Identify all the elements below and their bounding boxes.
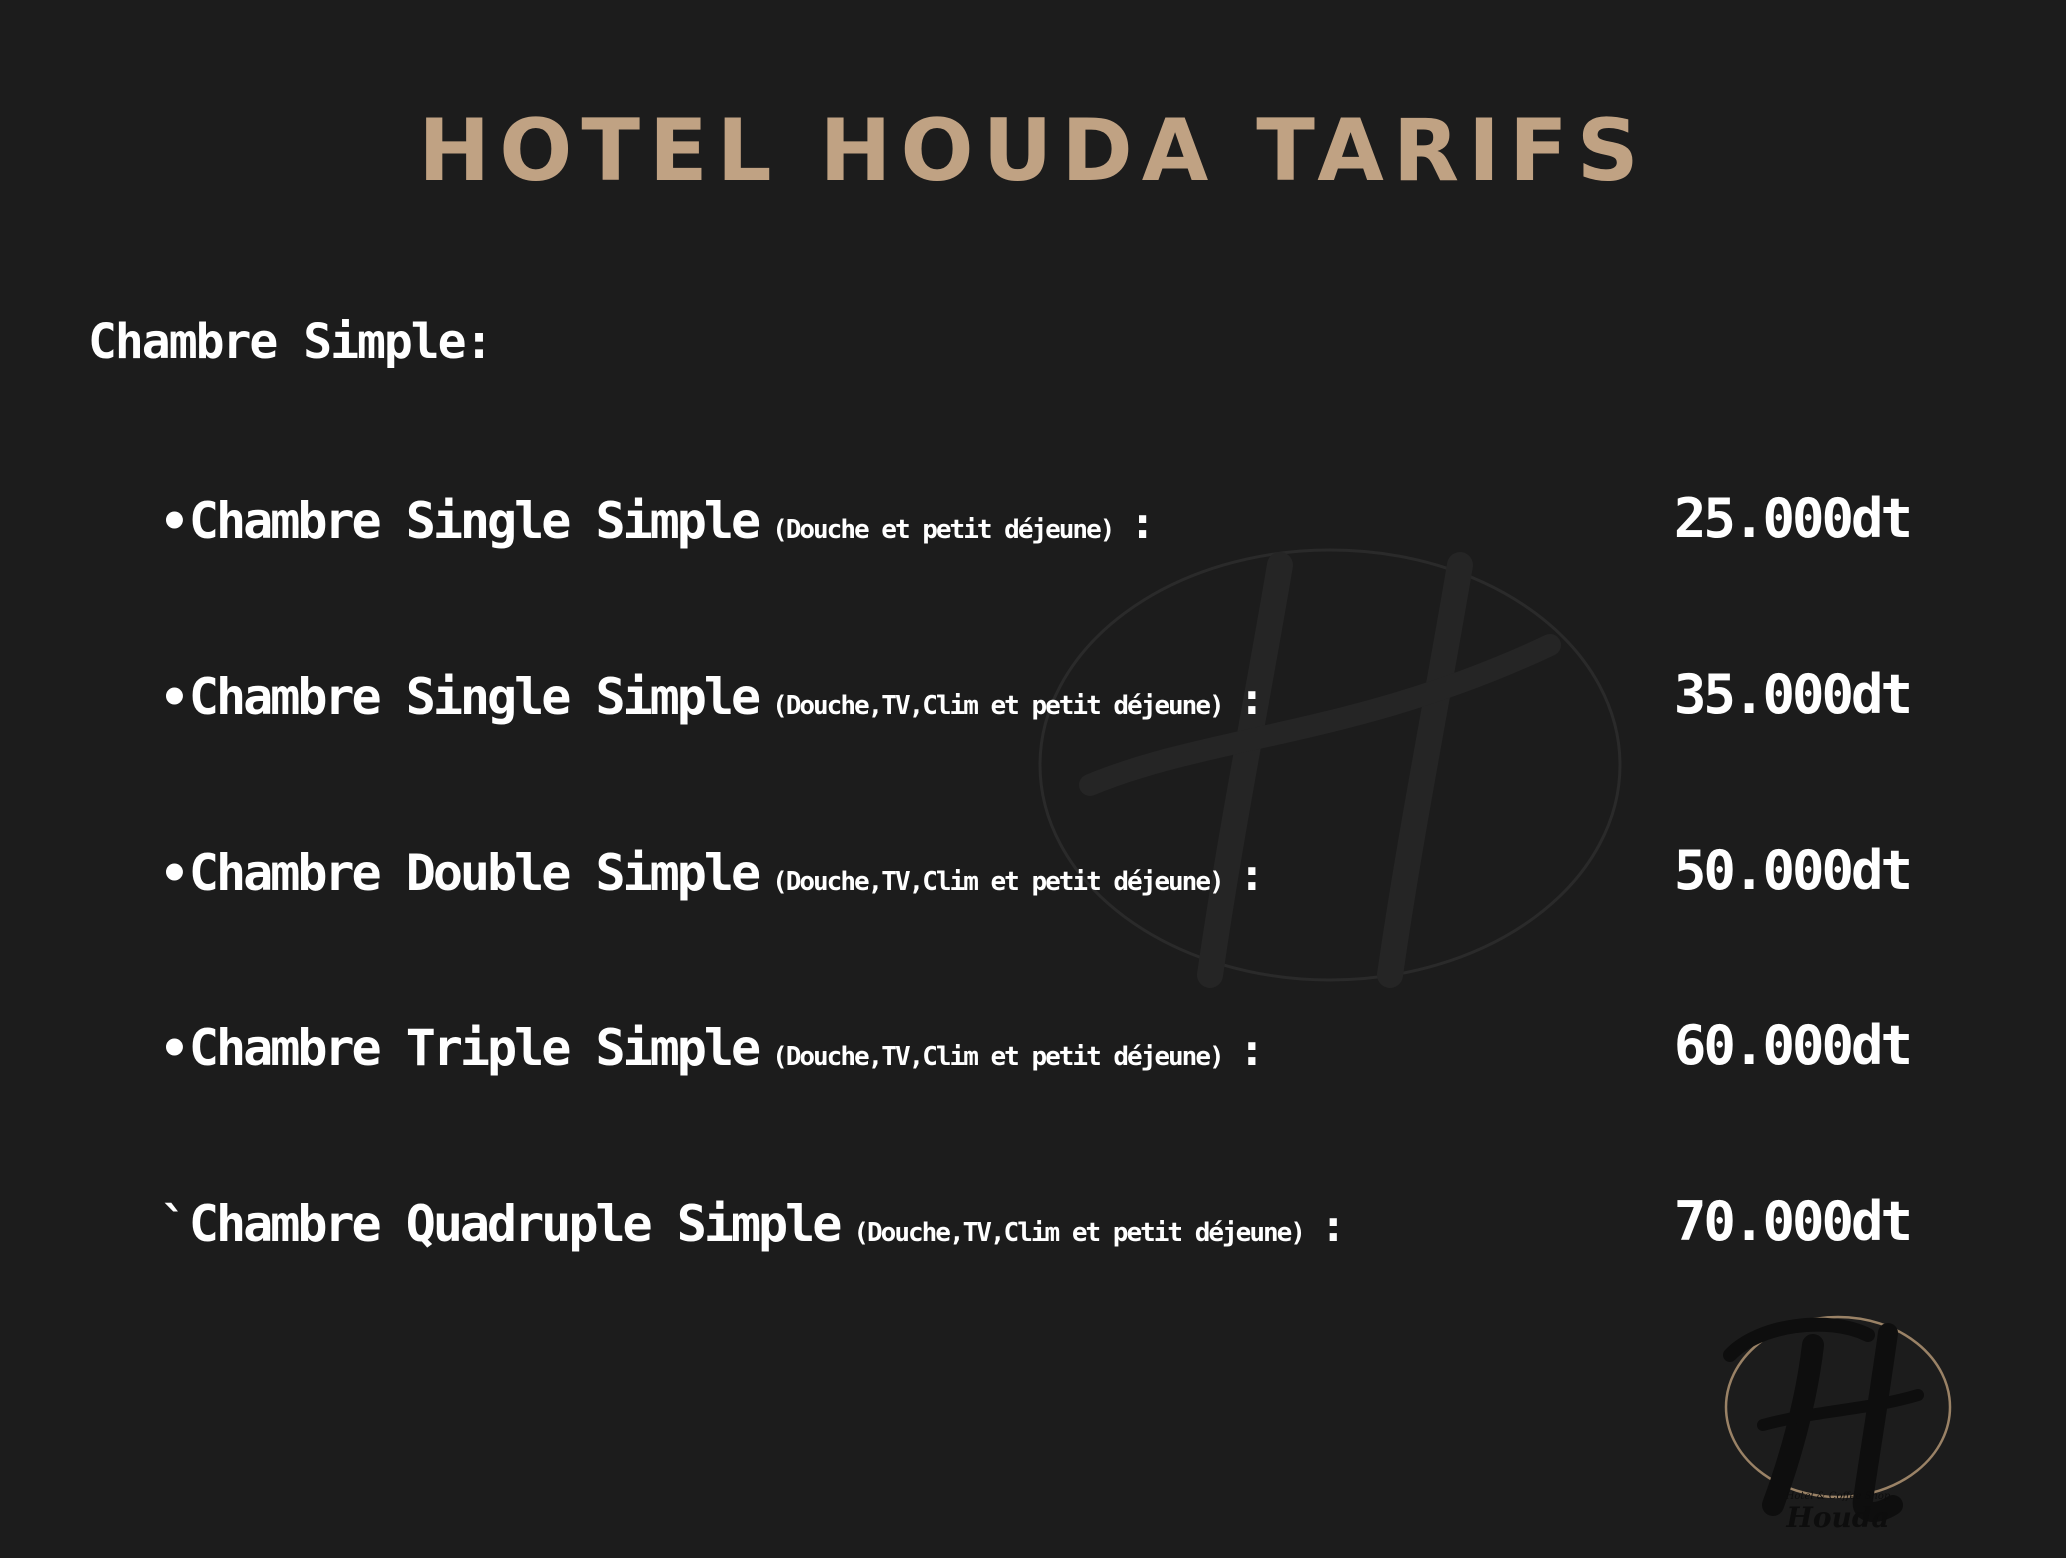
bullet-marker: •	[160, 1021, 189, 1077]
price-row: `Chambre Quadruple Simple (Douche,TV,Clim…	[160, 1187, 1913, 1257]
room-amenities: (Douche,TV,Clim et petit déjeune)	[772, 867, 1225, 897]
room-amenities: (Douche,TV,Clim et petit déjeune)	[772, 1042, 1225, 1072]
room-name: Chambre Single Simple	[188, 492, 761, 550]
bullet-marker: •	[160, 494, 189, 550]
room-name: Chambre Quadruple Simple	[188, 1195, 842, 1253]
room-name: Chambre Double Simple	[188, 844, 761, 902]
hotel-monogram-watermark-icon	[1038, 548, 1622, 988]
logo-name: Houda	[1786, 1501, 1890, 1534]
logo-caption: Hotel & Coffee Shop Houda	[1718, 1492, 1958, 1532]
separator-colon: :	[1129, 498, 1156, 549]
room-amenities: (Douche,TV,Clim et petit déjeune)	[772, 691, 1225, 721]
room-price: 70.000dt	[1673, 1190, 1913, 1253]
room-description: •Chambre Triple Simple (Douche,TV,Clim et…	[160, 1023, 1265, 1073]
bullet-marker: `	[160, 1197, 189, 1253]
section-heading: Chambre Simple:	[88, 314, 493, 370]
separator-colon: :	[1319, 1201, 1347, 1252]
price-row: •Chambre Triple Simple (Douche,TV,Clim et…	[160, 1011, 1913, 1081]
room-name: Chambre Triple Simple	[188, 1019, 761, 1077]
price-row: •Chambre Single Simple (Douche,TV,Clim et…	[160, 660, 1913, 730]
room-amenities: (Douche et petit déjeune)	[772, 515, 1115, 545]
room-name: Chambre Single Simple	[188, 668, 761, 726]
room-description: •Chambre Single Simple (Douche et petit d…	[160, 496, 1156, 546]
separator-colon: :	[1238, 850, 1266, 901]
room-price: 60.000dt	[1673, 1014, 1913, 1077]
bullet-marker: •	[160, 846, 189, 902]
price-row: •Chambre Double Simple (Douche,TV,Clim et…	[160, 836, 1913, 906]
room-price: 35.000dt	[1673, 663, 1913, 726]
separator-colon: :	[1238, 1025, 1266, 1076]
room-amenities: (Douche,TV,Clim et petit déjeune)	[853, 1218, 1306, 1248]
room-description: •Chambre Double Simple (Douche,TV,Clim et…	[160, 848, 1265, 898]
room-price: 50.000dt	[1673, 839, 1913, 902]
price-row: •Chambre Single Simple (Douche et petit d…	[160, 484, 1913, 554]
room-description: •Chambre Single Simple (Douche,TV,Clim et…	[160, 672, 1265, 722]
room-price: 25.000dt	[1673, 487, 1913, 550]
bullet-marker: •	[160, 670, 189, 726]
separator-colon: :	[1238, 674, 1266, 725]
room-description: `Chambre Quadruple Simple (Douche,TV,Clim…	[160, 1199, 1346, 1249]
page-title: HOTEL HOUDA TARIFS	[418, 101, 1648, 201]
